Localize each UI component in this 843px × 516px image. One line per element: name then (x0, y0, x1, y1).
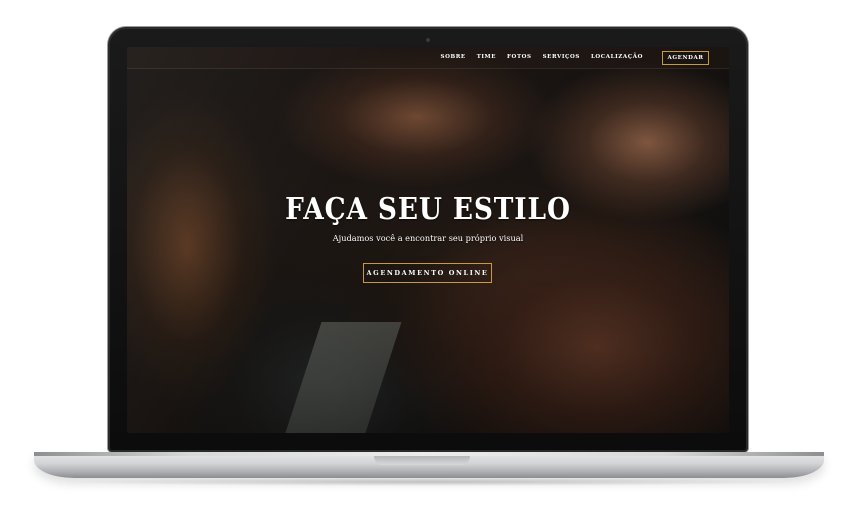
agendar-button[interactable]: AGENDAR (662, 51, 709, 65)
top-navigation-bar: SOBRE TIME FOTOS SERVIÇOS LOCALIZAÇÃO AG… (127, 47, 729, 69)
webcam-icon (426, 38, 430, 42)
nav-link-localizacao[interactable]: LOCALIZAÇÃO (591, 54, 643, 60)
online-booking-button[interactable]: AGENDAMENTO ONLINE (363, 263, 492, 283)
laptop-shadow (60, 478, 800, 486)
nav-link-sobre[interactable]: SOBRE (441, 54, 466, 60)
nav-link-time[interactable]: TIME (477, 54, 496, 60)
website-screen: SOBRE TIME FOTOS SERVIÇOS LOCALIZAÇÃO AG… (127, 47, 729, 433)
laptop-opening-notch (374, 456, 470, 465)
hero-subtitle: Ajudamos você a encontrar seu próprio vi… (332, 233, 524, 243)
main-nav: SOBRE TIME FOTOS SERVIÇOS LOCALIZAÇÃO (441, 54, 644, 60)
nav-link-fotos[interactable]: FOTOS (507, 54, 532, 60)
hero-title: FAÇA SEU ESTILO (285, 192, 571, 227)
nav-link-servicos[interactable]: SERVIÇOS (543, 54, 580, 60)
